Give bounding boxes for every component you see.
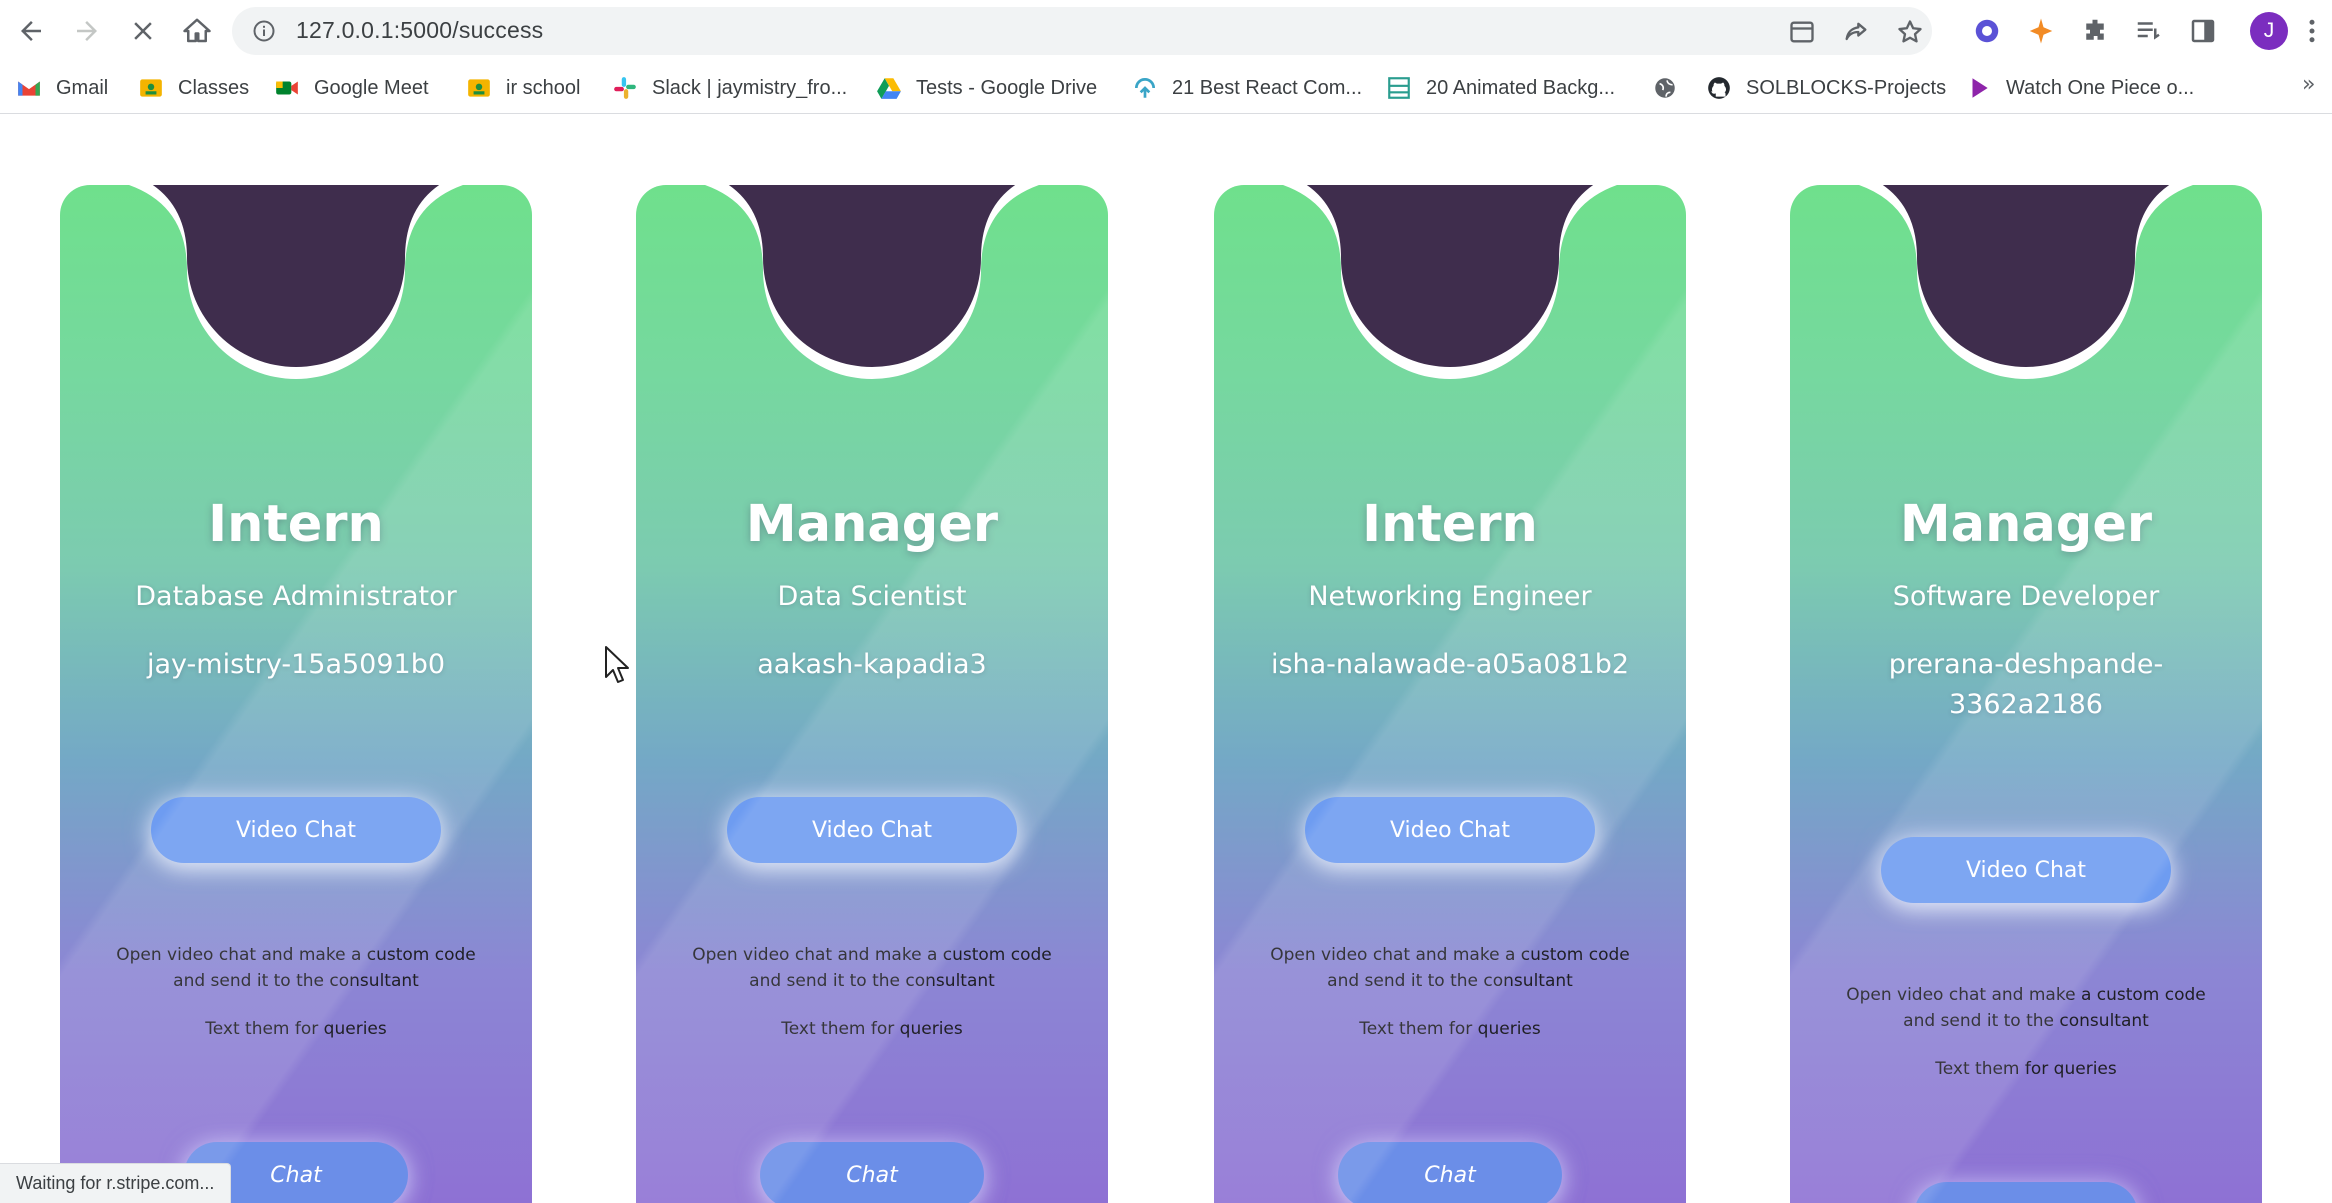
- bookmark-label: ir school: [506, 76, 581, 99]
- back-button[interactable]: [12, 12, 50, 50]
- card-role: Manager: [1899, 495, 2153, 554]
- close-icon: [134, 22, 152, 40]
- tab-search-icon[interactable]: [1788, 18, 1816, 46]
- reading-list-icon[interactable]: [2134, 16, 2164, 46]
- forward-arrow-icon: [77, 21, 97, 41]
- bookmark-label: 21 Best React Com...: [1172, 76, 1363, 99]
- card-header-notch: [1790, 185, 2262, 397]
- card-header-notch: [636, 185, 1108, 397]
- play-icon: [1972, 78, 1988, 98]
- card-header-notch: [1214, 185, 1686, 397]
- bookmark-label: Classes: [178, 76, 250, 99]
- card-job-title: Software Developer: [1892, 581, 2160, 612]
- card-description: Open video chat and make a custom code a…: [692, 945, 1052, 991]
- chat-button[interactable]: Chat: [760, 1142, 984, 1203]
- extension-ring-icon[interactable]: [1972, 16, 2002, 46]
- browser-status-bar: Waiting for r.stripe.com...: [0, 1163, 232, 1203]
- globe-icon: [1655, 78, 1675, 98]
- stop-loading-button[interactable]: [124, 12, 162, 50]
- profile-avatar[interactable]: J: [2250, 12, 2288, 50]
- bookmark-google-meet[interactable]: Google Meet: [274, 73, 429, 103]
- browser-toolbar: 127.0.0.1:5000/success J: [0, 0, 2332, 62]
- card-username: jay-mistry-15a5091b0: [146, 649, 446, 680]
- chat-button[interactable]: Chat: [1914, 1182, 2138, 1203]
- bookmark-ir-school[interactable]: ir school: [466, 73, 580, 103]
- classroom-icon: [140, 79, 162, 97]
- meet-icon: [276, 81, 298, 95]
- card-hint: Text them for queries: [781, 1019, 963, 1039]
- bookmark-label: Slack | jaymistry_fro...: [652, 76, 848, 99]
- card-role: Intern: [1362, 495, 1538, 554]
- card-description: Open video chat and make a custom code a…: [1846, 985, 2206, 1031]
- more-menu-icon[interactable]: [2302, 16, 2322, 46]
- classroom-icon: [468, 79, 490, 97]
- bookmark-label: 20 Animated Backg...: [1426, 76, 1616, 99]
- card-description: Open video chat and make a custom code a…: [1270, 945, 1630, 991]
- page-viewport: Intern Database Administrator jay-mistry…: [0, 115, 2332, 1203]
- card-header-notch: [60, 185, 532, 397]
- drive-icon: [877, 78, 901, 99]
- more-bookmarks-chevron-icon[interactable]: »: [2302, 72, 2315, 97]
- url-text[interactable]: 127.0.0.1:5000/success: [296, 17, 543, 44]
- bookmark-label: Google Meet: [314, 76, 429, 99]
- bookmark-google-drive[interactable]: Tests - Google Drive: [876, 73, 1097, 103]
- bookmark-one-piece[interactable]: Watch One Piece o...: [1966, 73, 2194, 103]
- react-site-icon: [1134, 77, 1156, 98]
- video-chat-button[interactable]: Video Chat: [151, 797, 441, 863]
- back-arrow-icon: [21, 21, 41, 41]
- video-chat-button[interactable]: Video Chat: [727, 797, 1017, 863]
- address-bar[interactable]: 127.0.0.1:5000/success: [232, 7, 1932, 55]
- bookmark-label: Gmail: [56, 76, 109, 99]
- card-username: aakash-kapadia3: [757, 649, 987, 680]
- consultant-card: Manager Software Developer prerana-deshp…: [1790, 185, 2262, 1203]
- bookmark-animated-backgrounds[interactable]: 20 Animated Backg...: [1386, 73, 1615, 103]
- side-panel-icon[interactable]: [2188, 16, 2218, 46]
- card-hint: Text them for queries: [1359, 1019, 1541, 1039]
- consultant-card: Intern Database Administrator jay-mistry…: [60, 185, 532, 1203]
- share-icon[interactable]: [1842, 18, 1870, 46]
- card-username: prerana-deshpande-3362a2186: [1888, 649, 2164, 720]
- card-job-title: Data Scientist: [777, 581, 967, 612]
- gmail-icon: [18, 81, 40, 96]
- video-chat-button[interactable]: Video Chat: [1305, 797, 1595, 863]
- bookmark-label: Tests - Google Drive: [916, 76, 1098, 99]
- card-hint: Text them for queries: [205, 1019, 387, 1039]
- consultant-card: Intern Networking Engineer isha-nalawade…: [1214, 185, 1686, 1203]
- bookmark-label: Watch One Piece o...: [2006, 76, 2195, 99]
- bookmark-globe[interactable]: [1652, 73, 1692, 103]
- home-button[interactable]: [178, 12, 216, 50]
- consultant-card: Manager Data Scientist aakash-kapadia3 V…: [636, 185, 1108, 1203]
- card-description: Open video chat and make a custom code a…: [116, 945, 476, 991]
- card-username: isha-nalawade-a05a081b2: [1270, 649, 1630, 680]
- card-job-title: Database Administrator: [135, 581, 457, 612]
- forward-button[interactable]: [68, 12, 106, 50]
- info-icon[interactable]: [252, 19, 276, 43]
- star-icon[interactable]: [1896, 18, 1924, 46]
- sparkle-extension-icon[interactable]: [2026, 16, 2056, 46]
- bookmark-react-components[interactable]: 21 Best React Com...: [1132, 73, 1362, 103]
- grid-icon: [1388, 77, 1410, 99]
- chat-button[interactable]: Chat: [1338, 1142, 1562, 1203]
- bookmark-solblocks[interactable]: SOLBLOCKS-Projects: [1706, 73, 1946, 103]
- bookmarks-bar: Gmail Classes Google Meet ir school Slac…: [0, 62, 2332, 114]
- video-chat-button[interactable]: Video Chat: [1881, 837, 2171, 903]
- mouse-pointer-icon: [605, 646, 629, 683]
- bookmark-gmail[interactable]: Gmail: [16, 73, 108, 103]
- card-role: Intern: [208, 495, 384, 554]
- home-icon: [183, 18, 211, 43]
- card-role: Manager: [745, 495, 999, 554]
- slack-icon: [614, 77, 636, 99]
- bookmark-slack[interactable]: Slack | jaymistry_fro...: [612, 73, 847, 103]
- puzzle-icon[interactable]: [2080, 16, 2110, 46]
- card-hint: Text them for queries: [1935, 1059, 2117, 1079]
- github-icon: [1708, 77, 1730, 99]
- card-job-title: Networking Engineer: [1308, 581, 1592, 612]
- bookmark-classes[interactable]: Classes: [138, 73, 249, 103]
- bookmark-label: SOLBLOCKS-Projects: [1746, 76, 1947, 99]
